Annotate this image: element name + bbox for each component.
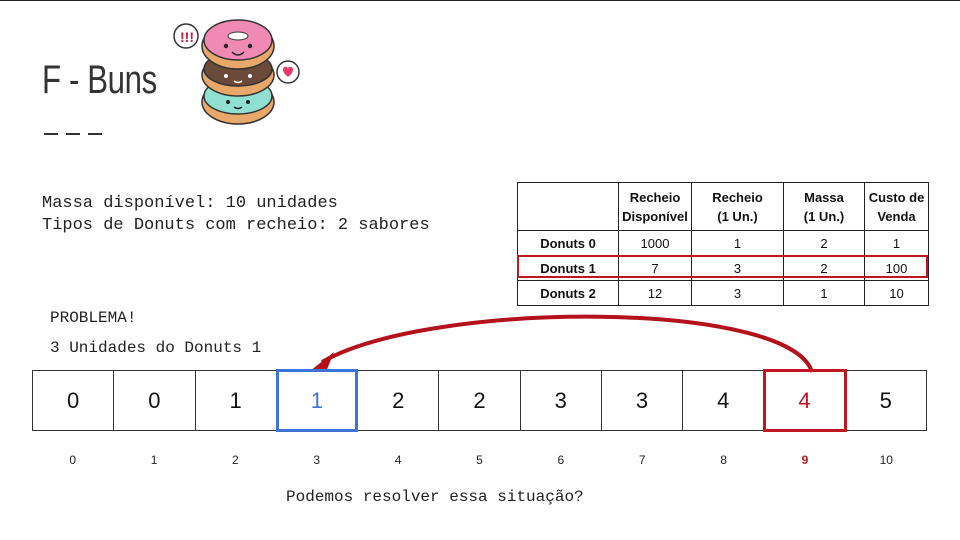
dp-index: 10 [879, 453, 893, 467]
dp-index: 0 [69, 453, 77, 467]
dp-cell: 1 [196, 371, 277, 430]
dp-cell: 0 [33, 371, 115, 430]
dp-index: 2 [232, 453, 239, 467]
dp-index: 1 [150, 453, 158, 467]
source-cell-frame [763, 369, 847, 432]
dp-cell: 0 [114, 371, 196, 430]
dp-cell: 5 [879, 387, 892, 413]
dp-index: 3 [313, 453, 321, 467]
dp-cell: 2 [358, 371, 440, 430]
dp-index: 4 [394, 453, 402, 467]
target-cell-frame [276, 369, 358, 432]
dp-index: 7 [638, 453, 646, 467]
dp-index: 6 [557, 453, 565, 467]
dp-cell: 3 [521, 371, 602, 430]
dp-cell: 2 [439, 371, 521, 430]
dp-cell: 3 [602, 371, 684, 430]
dp-index-row: 0 1 2 3 4 5 6 7 8 9 10 [32, 453, 927, 467]
dp-index: 8 [720, 453, 727, 467]
dp-cell: 4 [683, 371, 765, 430]
question-text: Podemos resolver essa situação? [286, 488, 584, 506]
dp-index: 5 [476, 453, 483, 467]
dp-index-highlighted: 9 [801, 453, 809, 467]
